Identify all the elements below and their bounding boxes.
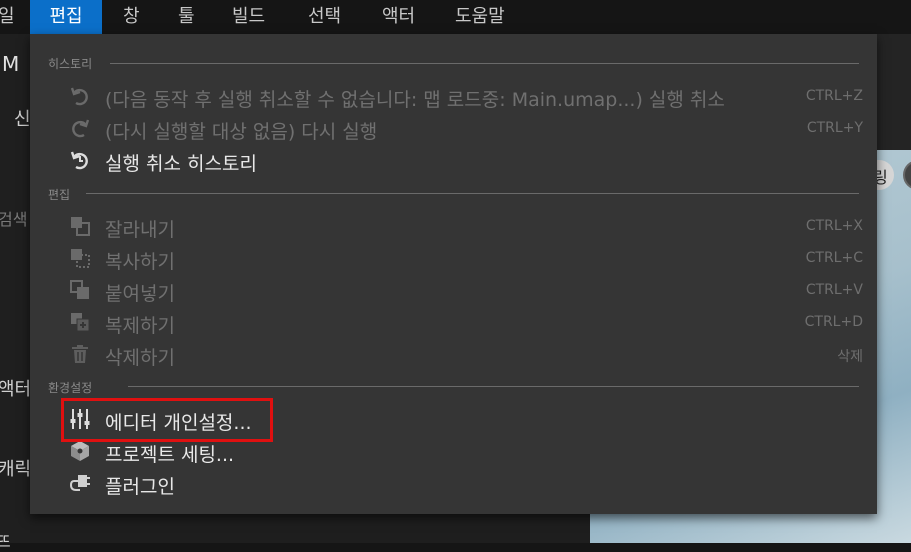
menu-item-duplicate-label: 복제하기 [105,315,175,337]
menu-item-paste-label: 붙여넣기 [105,283,175,305]
menu-item-delete-shortcut: 삭제 [837,349,863,365]
menu-item-redo-label: (다시 실행할 대상 없음) 다시 실행 [105,121,378,143]
menu-edit-label: 편집 [49,6,83,27]
section-history-divider [110,63,859,64]
menu-edit[interactable]: 편집 [30,0,102,34]
plug-icon [68,471,92,495]
menu-item-undo-history-label: 실행 취소 히스토리 [105,153,257,175]
menu-item-delete-label: 삭제하기 [105,347,175,369]
tab-fragment: M [2,52,20,76]
cut-icon [68,214,92,238]
menu-item-redo-shortcut: CTRL+Y [806,120,863,136]
menu-help-label: 도움말 [455,6,505,27]
menu-item-undo-shortcut: CTRL+Z [805,88,863,104]
menu-item-undo-history[interactable]: 실행 취소 히스토리 [30,145,877,175]
bottom-panel [30,514,590,543]
toolbar-strip [877,34,911,150]
menu-item-duplicate-shortcut: CTRL+D [804,314,863,330]
menu-item-duplicate[interactable]: 복제하기 CTRL+D [30,307,877,337]
undo-icon [68,84,92,108]
project-cube-icon [68,439,92,463]
menu-file[interactable]: 일 [0,0,20,34]
menu-item-cut[interactable]: 잘라내기 CTRL+X [30,211,877,241]
menu-tools-label: 툴 [178,6,195,27]
menu-item-undo[interactable]: (다음 동작 후 실행 취소할 수 없습니다: 맵 로드중: Main.umap… [30,81,877,111]
menu-item-cut-shortcut: CTRL+X [805,218,863,234]
menu-item-cut-label: 잘라내기 [105,219,175,241]
menu-item-project-settings-label: 프로젝트 세팅... [105,444,235,466]
menu-tools[interactable]: 툴 [178,0,195,34]
menu-item-copy-shortcut: CTRL+C [805,250,863,266]
menu-help[interactable]: 도움말 [455,0,505,34]
highlight-annotation-box [61,398,273,442]
menu-item-copy-label: 복사하기 [105,251,175,273]
side-fragment-mode: 신 [14,109,31,130]
trash-icon [68,342,92,366]
redo-icon [68,116,92,140]
side-fragment-character: 캐릭 [0,459,32,480]
menu-item-paste[interactable]: 붙여넣기 CTRL+V [30,275,877,305]
edit-menu-dropdown: 히스토리 (다음 동작 후 실행 취소할 수 없습니다: 맵 로드중: Main… [30,34,877,514]
menu-actor[interactable]: 액터 [382,0,415,34]
menu-item-copy[interactable]: 복사하기 CTRL+C [30,243,877,273]
menu-item-undo-label: (다음 동작 후 실행 취소할 수 없습니다: 맵 로드중: Main.umap… [105,89,725,111]
menu-window-label: 창 [123,6,140,27]
menu-item-redo[interactable]: (다시 실행할 대상 없음) 다시 실행 CTRL+Y [30,113,877,143]
menu-select[interactable]: 선택 [308,0,341,34]
menu-build-label: 빌드 [232,6,266,27]
section-history-header: 히스토리 [48,57,93,71]
side-fragment-actor: 액터 [0,379,32,400]
duplicate-icon [68,310,92,334]
menu-item-paste-shortcut: CTRL+V [805,282,863,298]
bottom-fragment: 뜨 [0,532,11,551]
menu-actor-label: 액터 [382,6,416,27]
section-edit-header: 편집 [48,188,71,202]
menu-item-plugins-label: 플러그인 [105,476,175,498]
section-prefs-header: 환경설정 [48,381,93,395]
menu-window[interactable]: 창 [123,0,140,34]
menu-build[interactable]: 빌드 [232,0,265,34]
section-edit-divider [86,193,859,194]
menu-select-label: 선택 [308,6,342,27]
menu-item-plugins[interactable]: 플러그인 [30,468,877,498]
undo-history-icon [68,148,92,172]
copy-icon [68,246,92,270]
main-menu-bar: 일 편집 창 툴 빌드 선택 액터 도움말 [0,0,911,34]
section-prefs-divider [128,386,859,387]
menu-item-delete[interactable]: 삭제하기 삭제 [30,339,877,369]
search-fragment: 검색 [0,210,28,229]
menu-file-label: 일 [0,6,15,27]
paste-icon [68,278,92,302]
